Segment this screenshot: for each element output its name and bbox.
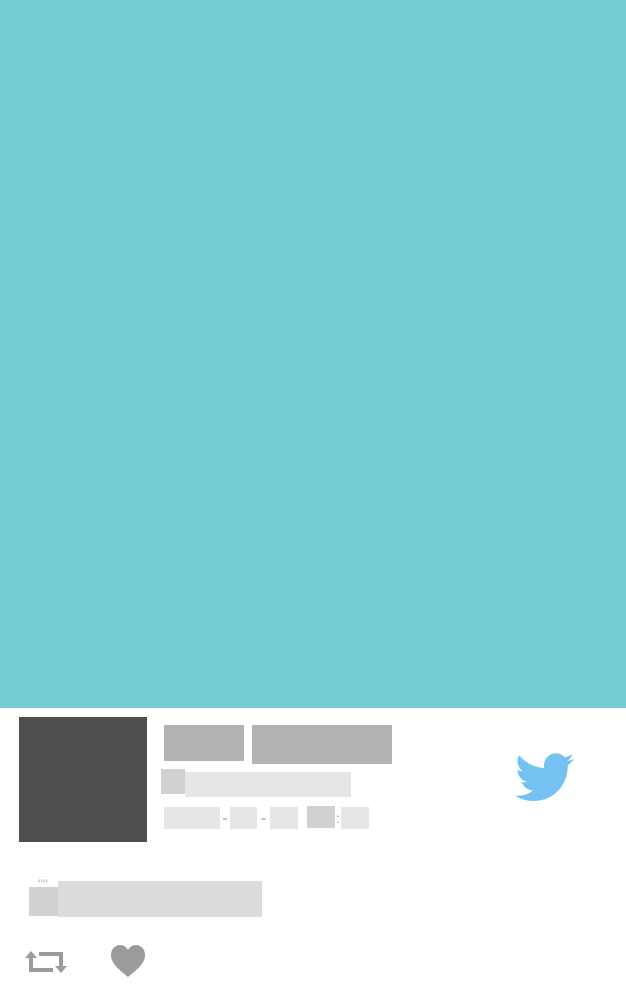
avatar[interactable]: [19, 717, 147, 842]
retweet-icon[interactable]: [25, 946, 67, 978]
date-month-placeholder: [230, 807, 257, 829]
heart-icon-svg: [111, 945, 145, 977]
time-minute-placeholder: [341, 807, 369, 829]
twitter-bird-icon[interactable]: [515, 752, 575, 804]
twitter-bird-shape: [515, 753, 574, 801]
handle-at-placeholder: [161, 769, 185, 794]
heart-shape: [111, 945, 145, 977]
tweet-image: [0, 0, 626, 708]
quote-mark: "": [38, 876, 48, 892]
date-separator: -: [260, 810, 267, 827]
retweet-icon-svg: [25, 951, 67, 973]
handle-placeholder: [185, 772, 351, 797]
date-day-placeholder: [270, 807, 298, 829]
date-separator: -: [222, 810, 228, 827]
display-name-first-placeholder: [164, 725, 244, 761]
twitter-bird-icon-svg: [515, 753, 574, 801]
date-year-placeholder: [164, 807, 220, 829]
time-hour-placeholder: [307, 806, 335, 828]
heart-icon[interactable]: [110, 944, 146, 980]
tweet-text-placeholder: [58, 881, 262, 917]
display-name-last-placeholder: [252, 725, 392, 764]
